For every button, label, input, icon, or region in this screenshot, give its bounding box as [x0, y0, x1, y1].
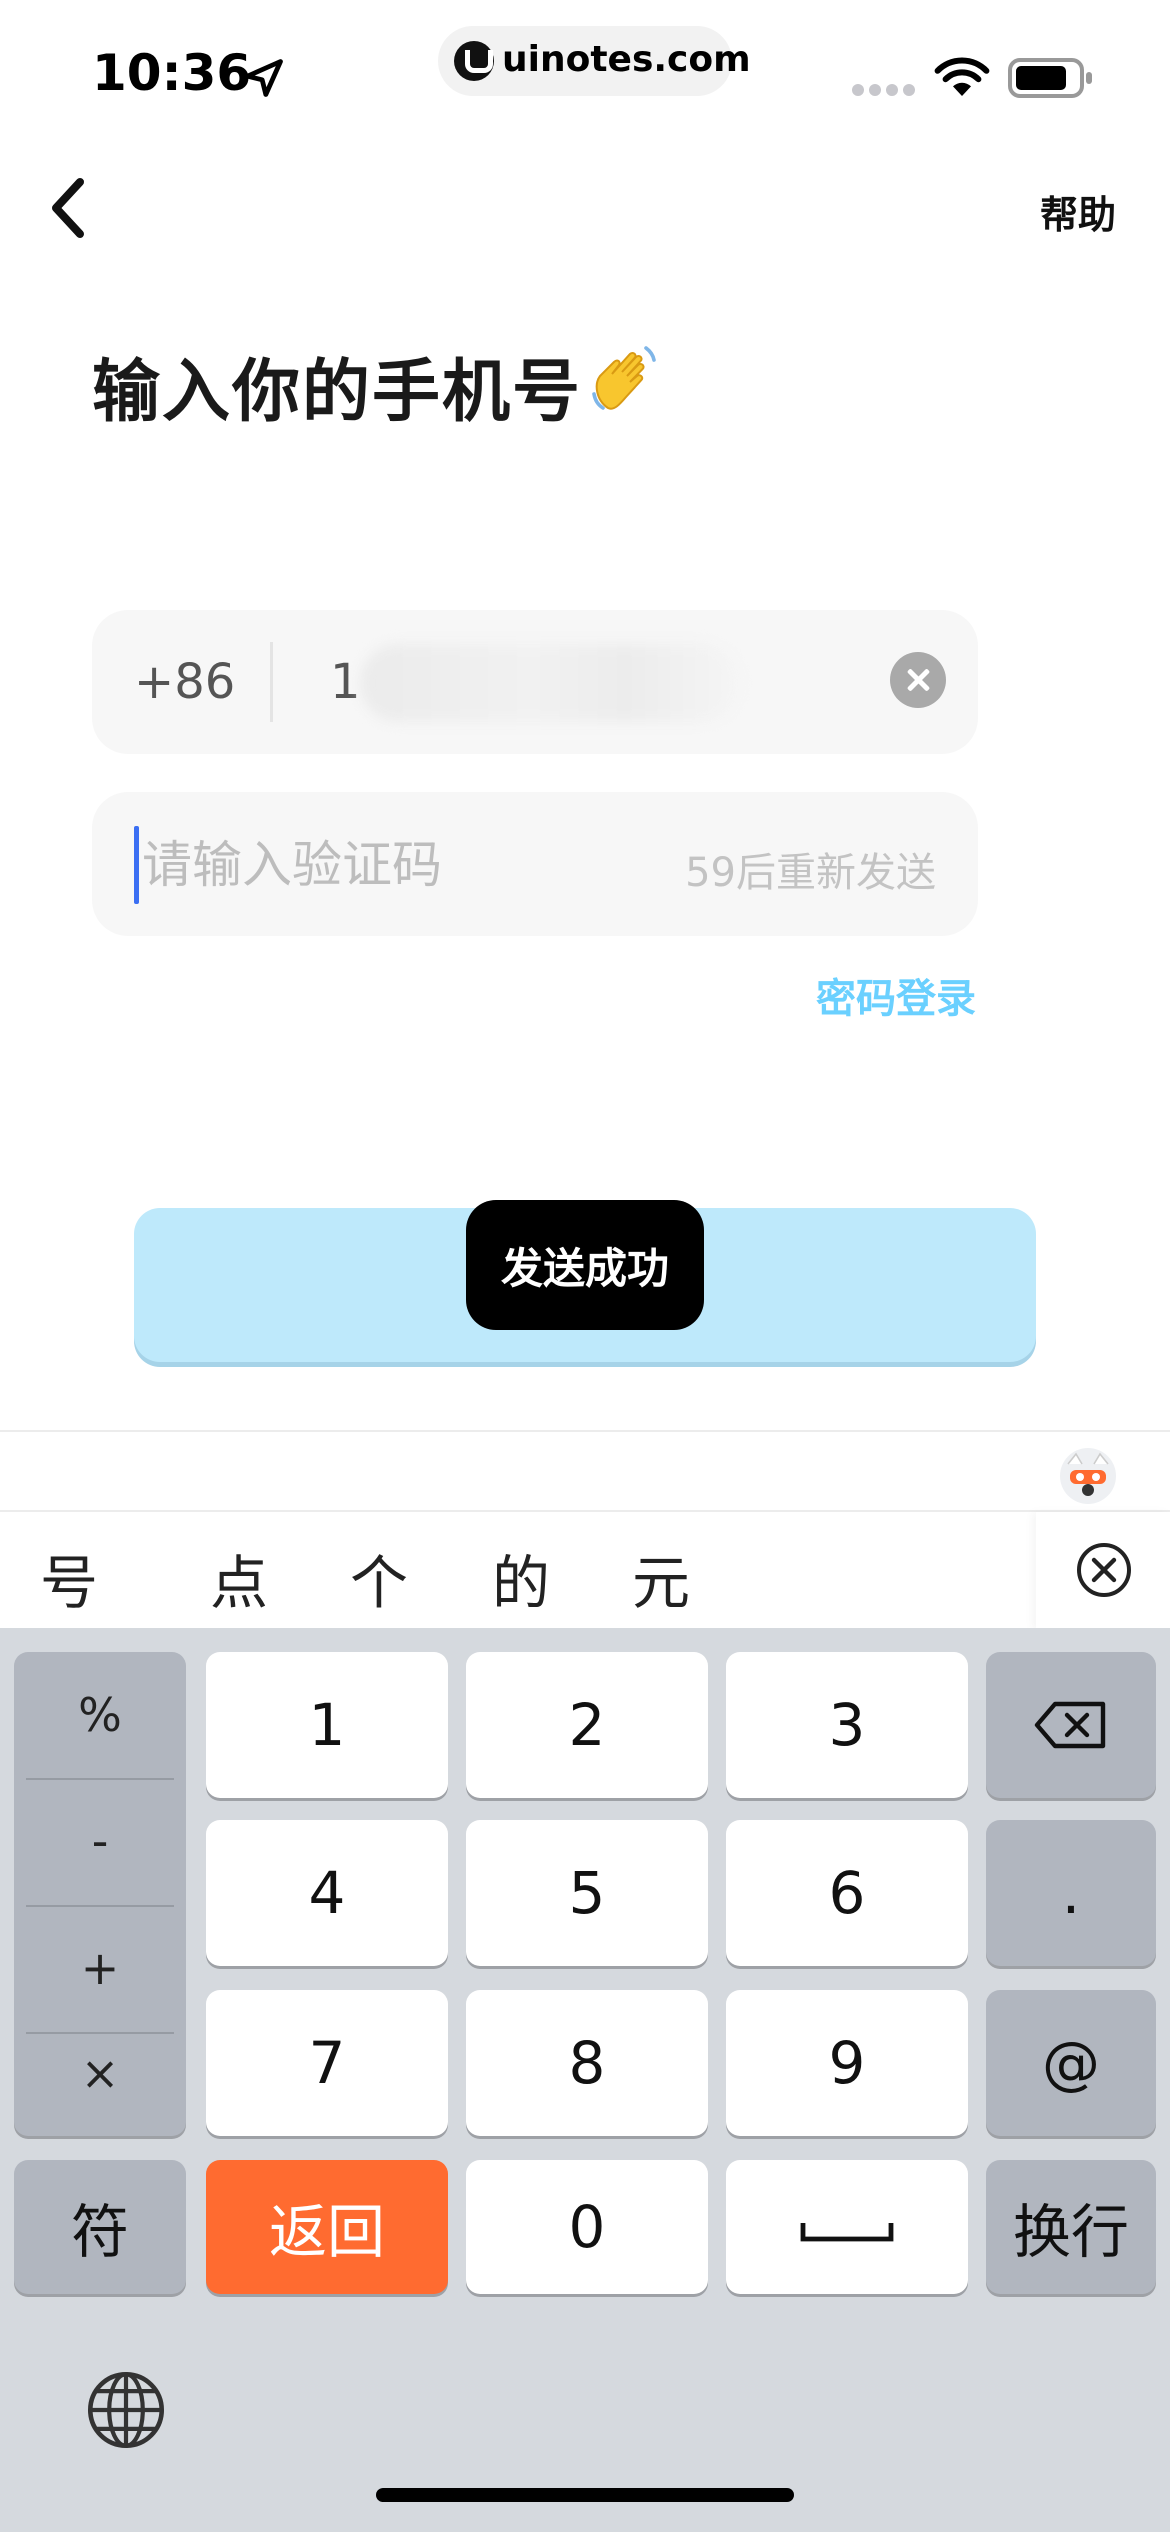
candidate-word[interactable]: 点 — [210, 1536, 268, 1620]
key-5[interactable]: 5 — [466, 1820, 708, 1966]
battery-icon — [1008, 58, 1092, 98]
page-title: 输入你的手机号 — [92, 353, 583, 432]
key-6[interactable]: 6 — [726, 1820, 968, 1966]
key-2[interactable]: 2 — [466, 1652, 708, 1798]
key-4[interactable]: 4 — [206, 1820, 448, 1966]
key-9[interactable]: 9 — [726, 1990, 968, 2136]
newline-key[interactable]: 换行 — [986, 2160, 1156, 2294]
verification-code-input[interactable] — [142, 822, 582, 908]
backspace-icon — [1034, 1701, 1106, 1749]
verification-code-field[interactable]: 59后重新发送 — [92, 792, 978, 936]
site-logo-icon — [454, 41, 494, 81]
phone-number-redacted — [360, 644, 740, 722]
text-caret — [134, 826, 139, 904]
key-8[interactable]: 8 — [466, 1990, 708, 2136]
waving-hand-icon — [592, 346, 656, 410]
candidate-bar: 号 点 个 的 元 — [0, 1510, 1170, 1628]
key-dot[interactable]: . — [986, 1820, 1156, 1966]
symbol-toggle-key[interactable]: 符 — [14, 2160, 186, 2294]
help-link[interactable]: 帮助 — [1040, 184, 1116, 239]
clear-circle-icon[interactable] — [890, 652, 946, 708]
back-key[interactable]: 返回 — [206, 2160, 448, 2294]
url-text: uinotes.com — [502, 39, 751, 80]
numeric-keyboard: % - + × 1 2 3 4 5 6 . 7 8 9 @ 符 返回 0 换行 — [0, 1628, 1170, 2532]
resend-countdown: 59后重新发送 — [685, 850, 936, 896]
candidate-word[interactable]: 元 — [632, 1536, 690, 1620]
key-minus[interactable]: - — [26, 1778, 174, 1904]
country-code[interactable]: +86 — [134, 654, 235, 710]
keyboard-toolbar — [0, 1430, 1170, 1510]
chevron-left-icon[interactable] — [44, 176, 94, 240]
field-divider — [270, 642, 273, 722]
key-at[interactable]: @ — [986, 1990, 1156, 2136]
wifi-icon — [934, 57, 990, 96]
space-bar-icon — [800, 2223, 894, 2242]
status-time: 10:36 — [92, 44, 252, 102]
candidate-close-button[interactable] — [1036, 1512, 1170, 1630]
key-percent[interactable]: % — [26, 1652, 174, 1778]
keyboard-mascot-icon[interactable] — [1058, 1446, 1118, 1506]
location-arrow-icon — [245, 59, 283, 97]
symbol-column: % - + × — [14, 1652, 186, 2136]
close-circle-icon — [1077, 1543, 1131, 1597]
home-indicator — [376, 2488, 794, 2502]
key-0[interactable]: 0 — [466, 2160, 708, 2294]
password-login-link[interactable]: 密码登录 — [816, 966, 976, 1024]
phone-field[interactable]: +86 1 — [92, 610, 978, 754]
cellular-signal-icon — [852, 84, 916, 96]
candidate-word[interactable]: 的 — [492, 1536, 550, 1620]
key-multiply[interactable]: × — [26, 2010, 174, 2136]
candidate-word[interactable]: 个 — [350, 1536, 408, 1620]
space-key[interactable] — [726, 2160, 968, 2294]
globe-icon[interactable] — [84, 2368, 168, 2452]
key-3[interactable]: 3 — [726, 1652, 968, 1798]
delete-key[interactable] — [986, 1652, 1156, 1798]
phone-number-value: 1 — [330, 654, 361, 710]
key-1[interactable]: 1 — [206, 1652, 448, 1798]
toast-message: 发送成功 — [466, 1200, 704, 1330]
status-bar: 10:36 uinotes.com — [0, 0, 1170, 140]
candidate-word[interactable]: 号 — [40, 1536, 98, 1620]
key-7[interactable]: 7 — [206, 1990, 448, 2136]
url-pill[interactable]: uinotes.com — [438, 26, 751, 96]
